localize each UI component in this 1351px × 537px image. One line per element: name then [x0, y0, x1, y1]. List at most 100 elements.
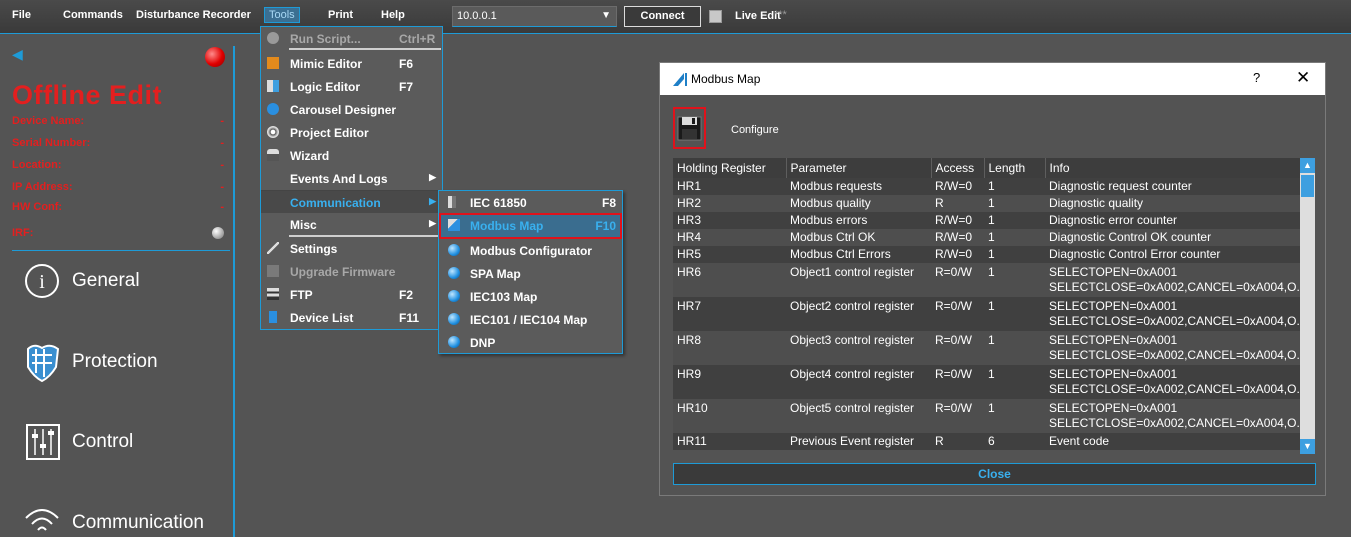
menu-help[interactable]: Help [381, 9, 405, 21]
menu-tools[interactable]: Tools [264, 7, 300, 23]
scroll-thumb[interactable] [1301, 175, 1314, 197]
iec101-map-icon [448, 313, 460, 325]
modbus-map-icon [448, 219, 460, 231]
table-row[interactable]: HR7 Object2 control register R=0/W 1 SEL… [673, 297, 1300, 331]
cell-parameter: Modbus errors [786, 212, 931, 229]
nav-control-label: Control [72, 431, 134, 452]
menu-item-run-script[interactable]: Run Script... Ctrl+R [261, 27, 442, 50]
submenu-item-iec101-iec104-map[interactable]: IEC101 / IEC104 Map [439, 308, 622, 331]
column-header-access[interactable]: Access [931, 158, 985, 178]
menu-item-ftp[interactable]: FTP F2 [261, 283, 442, 306]
connect-button[interactable]: Connect [624, 6, 701, 27]
cell-info-line2: SELECTCLOSE=0xA002,CANCEL=0xA004,O... [1049, 280, 1300, 294]
communication-submenu: IEC 61850 F8 Modbus Map F10 Modbus Confi… [438, 190, 623, 354]
logic-icon [267, 80, 279, 92]
menu-item-settings[interactable]: Settings [261, 237, 442, 260]
column-header-info[interactable]: Info [1045, 158, 1301, 178]
nav-control[interactable]: Control [20, 419, 230, 469]
cell-info-line1: SELECTOPEN=0xA001 [1049, 333, 1178, 347]
table-row[interactable]: HR9 Object4 control register R=0/W 1 SEL… [673, 365, 1300, 399]
cell-access: R/W=0 [931, 212, 984, 229]
menu-item-shortcut: F2 [399, 288, 414, 302]
live-edit-checkbox[interactable] [709, 10, 722, 23]
table-row[interactable]: HR11 Previous Event register R 6 Event c… [673, 433, 1300, 450]
cell-length: 1 [984, 365, 1045, 399]
cell-info-line1: SELECTOPEN=0xA001 [1049, 367, 1178, 381]
nav-protection[interactable]: Protection [20, 339, 230, 389]
scroll-down-icon[interactable]: ▼ [1300, 439, 1315, 454]
table-row[interactable]: HR2 Modbus quality R 1 Diagnostic qualit… [673, 195, 1300, 212]
cell-register: HR3 [673, 212, 786, 229]
table-row[interactable]: HR6 Object1 control register R=0/W 1 SEL… [673, 263, 1300, 297]
shield-icon [27, 344, 60, 383]
device-name-row: Device Name: - [12, 115, 228, 127]
nav-protection-label: Protection [72, 351, 158, 372]
submenu-item-iec-61850[interactable]: IEC 61850 F8 [439, 191, 622, 214]
table-scrollbar[interactable]: ▲ ▼ [1300, 158, 1315, 454]
cell-info: SELECTOPEN=0xA001 SELECTCLOSE=0xA002,CANC… [1045, 297, 1300, 331]
table-row[interactable]: HR8 Object3 control register R=0/W 1 SEL… [673, 331, 1300, 365]
cell-register: HR6 [673, 263, 786, 297]
submenu-item-iec103-map[interactable]: IEC103 Map [439, 285, 622, 308]
menu-item-label: Mimic Editor [290, 57, 363, 71]
nav-communication-label: Communication [72, 512, 204, 533]
menu-item-label: IEC101 / IEC104 Map [470, 313, 588, 327]
cell-info: Diagnostic request counter [1045, 178, 1300, 195]
menu-item-misc[interactable]: Misc ▶ [261, 213, 442, 236]
menu-item-label: Project Editor [290, 126, 369, 140]
close-icon[interactable]: ✕ [1296, 68, 1310, 88]
ftp-icon [267, 288, 279, 300]
nav-communication[interactable]: Communication [20, 500, 230, 537]
scroll-up-icon[interactable]: ▲ [1300, 158, 1315, 173]
column-header-parameter[interactable]: Parameter [786, 158, 932, 178]
menu-item-label: IEC103 Map [470, 290, 538, 304]
hw-conf-value: - [220, 201, 224, 213]
column-header-length[interactable]: Length [984, 158, 1046, 178]
table-row[interactable]: HR4 Modbus Ctrl OK R/W=0 1 Diagnostic Co… [673, 229, 1300, 246]
menu-commands[interactable]: Commands [63, 9, 123, 21]
help-button[interactable]: ? [1253, 70, 1260, 85]
cell-access: R=0/W [931, 365, 984, 399]
table-row[interactable]: HR3 Modbus errors R/W=0 1 Diagnostic err… [673, 212, 1300, 229]
submenu-item-spa-map[interactable]: SPA Map [439, 262, 622, 285]
cell-length: 6 [984, 433, 1045, 450]
info-icon: i [25, 264, 59, 298]
back-arrow-icon[interactable]: ◀ [12, 46, 23, 63]
cell-access: R [931, 433, 984, 450]
menu-item-carousel-designer[interactable]: Carousel Designer [261, 98, 442, 121]
menu-item-shortcut: F6 [399, 57, 414, 71]
table-row[interactable]: HR10 Object5 control register R=0/W 1 SE… [673, 399, 1300, 433]
ip-address-combo[interactable]: 10.0.0.1 ▼ [452, 6, 617, 27]
menu-print[interactable]: Print [328, 9, 353, 21]
menu-item-wizard[interactable]: Wizard [261, 144, 442, 167]
cell-register: HR1 [673, 178, 786, 195]
table-row[interactable]: HR5 Modbus Ctrl Errors R/W=0 1 Diagnosti… [673, 246, 1300, 263]
cell-length: 1 [984, 297, 1045, 331]
menu-item-project-editor[interactable]: Project Editor [261, 121, 442, 144]
column-header-holding-register[interactable]: Holding Register [673, 158, 787, 178]
cell-parameter: Object2 control register [786, 297, 931, 331]
submenu-item-modbus-map[interactable]: Modbus Map F10 [439, 213, 622, 239]
menu-item-label: Logic Editor [290, 80, 360, 94]
menu-item-communication[interactable]: Communication ▶ [261, 190, 442, 213]
menu-item-upgrade-firmware[interactable]: Upgrade Firmware [261, 260, 442, 283]
menu-disturbance-recorder[interactable]: Disturbance Recorder [136, 9, 251, 21]
menu-item-logic-editor[interactable]: Logic Editor F7 [261, 75, 442, 98]
menu-file[interactable]: File [12, 9, 31, 21]
cell-access: R/W=0 [931, 229, 984, 246]
close-button[interactable]: Close [673, 463, 1316, 485]
configure-button[interactable] [673, 107, 706, 149]
menu-item-events-and-logs[interactable]: Events And Logs ▶ [261, 167, 442, 190]
submenu-item-modbus-configurator[interactable]: Modbus Configurator [439, 239, 622, 262]
table-row[interactable]: HR1 Modbus requests R/W=0 1 Diagnostic r… [673, 178, 1300, 195]
ip-address-value: 10.0.0.1 [457, 10, 497, 22]
chevron-down-icon[interactable]: ▼ [601, 10, 611, 21]
serial-number-row: Serial Number: - [12, 137, 228, 149]
submenu-item-dnp[interactable]: DNP [439, 331, 622, 354]
wifi-icon [25, 509, 59, 531]
menu-item-device-list[interactable]: Device List F11 [261, 306, 442, 329]
cell-length: 1 [984, 195, 1045, 212]
menu-item-mimic-editor[interactable]: Mimic Editor F6 [261, 52, 442, 75]
cell-info: Event code [1045, 433, 1300, 450]
nav-general[interactable]: i General [20, 258, 230, 308]
